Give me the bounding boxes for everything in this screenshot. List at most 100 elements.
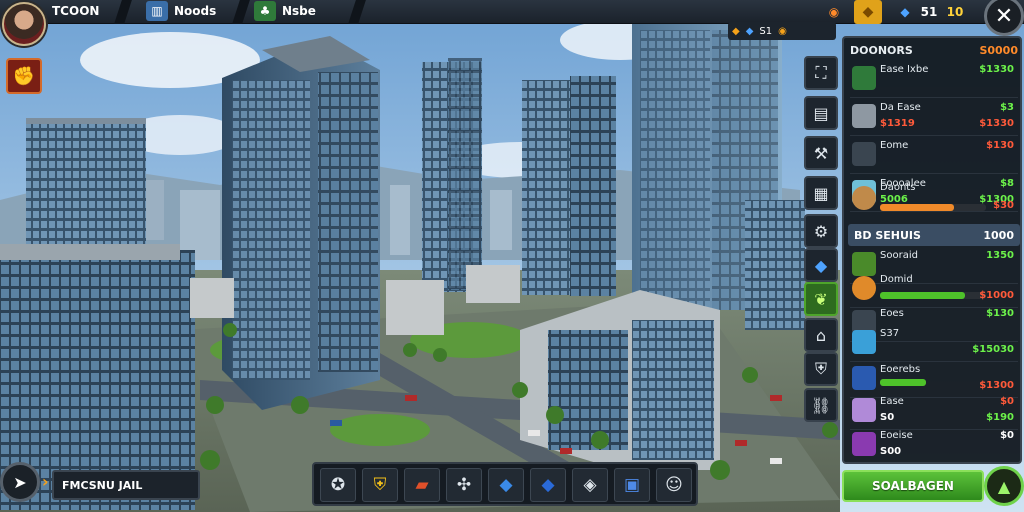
panel-title: DOONORS [850, 43, 913, 57]
dock-emblem-button[interactable]: ✪ [320, 468, 356, 502]
list-item[interactable]: Daonts $30 [850, 182, 1018, 222]
panel-header: DOONORS S0000 [850, 40, 1018, 60]
close-icon: ✕ [994, 3, 1014, 29]
nature-button[interactable]: ❦ [804, 282, 838, 316]
cube-button[interactable]: ◆ [804, 248, 838, 282]
tree-icon: ♣ [254, 1, 276, 21]
gear-icon [852, 142, 876, 166]
resource-chip: ◆ ◆ S1 ◉ [728, 22, 836, 40]
item-value: $1330 [979, 64, 1014, 75]
item-name: Domid [880, 274, 913, 285]
item-cost: $1000 [979, 290, 1014, 301]
divider [114, 0, 132, 24]
dock-crate-button[interactable]: ▣ [614, 468, 650, 502]
item-name: Eoes [880, 308, 904, 319]
progress-bar [880, 204, 986, 211]
dock-puzzle-button[interactable]: ✣ [446, 468, 482, 502]
action-dock: ✪ ⛨ ▰ ✣ ◆ ◆ ◈ ▣ ☺ [312, 462, 698, 506]
top-bar: TCOON ▥ Noods ♣ Nsbe ◉ ◆ ◆ 51 10 [0, 0, 1024, 24]
item-sub: S00 [880, 446, 902, 457]
book-icon: ▰ [415, 475, 429, 495]
document-icon: ▤ [813, 103, 829, 123]
document-button[interactable]: ▤ [804, 96, 838, 130]
build-button[interactable]: ⚒ [804, 136, 838, 170]
divider [348, 0, 366, 24]
section-title: BD SEHUIS [854, 228, 921, 242]
list-item[interactable]: Eoerebs $1300 [850, 362, 1018, 398]
robot-icon [852, 104, 876, 128]
item-value: $130 [986, 308, 1014, 319]
cube-icon: ◆ [499, 475, 513, 495]
list-item[interactable]: Ease Ixbe $1330 [850, 62, 1018, 98]
player-name: TCOON [52, 0, 99, 22]
stat-population[interactable]: ▥ Noods [146, 0, 216, 22]
dock-cube-button[interactable]: ◆ [488, 468, 524, 502]
hammer-icon: ⚒ [813, 143, 829, 163]
stat-nature[interactable]: ♣ Nsbe [254, 0, 316, 22]
resource-chip-value: S1 [759, 25, 773, 37]
settings-button[interactable]: ⚙ [804, 214, 838, 248]
cube-icon: ◆ [814, 255, 828, 275]
list-item[interactable]: S37 $15030 [850, 326, 1018, 362]
cash-icon [852, 66, 876, 90]
housing-button[interactable]: ⌂ [804, 318, 838, 352]
item-name: Eome [880, 140, 909, 151]
section-header: BD SEHUIS 1000 [848, 224, 1020, 246]
coin-icon [852, 276, 876, 300]
cube-icon: ◆ [541, 475, 555, 495]
coin-icon: ◉ [778, 25, 787, 37]
list-item[interactable]: Eoeise S00 $0 [850, 428, 1018, 464]
dock-tag-button[interactable]: ◈ [572, 468, 608, 502]
tag-icon: ◈ [583, 475, 597, 495]
factory-button[interactable]: ▦ [804, 176, 838, 210]
fist-icon: ✊ [12, 65, 36, 87]
stat-population-label: Noods [174, 4, 217, 18]
list-item[interactable]: Da Ease $3 $1319 $1330 [850, 100, 1018, 136]
token-icon: ◆ [732, 25, 740, 37]
dock-cube-button-2[interactable]: ◆ [530, 468, 566, 502]
item-name: Eoeise [880, 430, 913, 441]
item-name: Da Ease [880, 102, 921, 113]
leaf-icon: ❦ [814, 289, 828, 309]
avatar[interactable] [2, 2, 46, 46]
dock-shield-button[interactable]: ⛨ [362, 468, 398, 502]
chevron-right-icon: › [42, 472, 49, 491]
item-value: $130 [986, 140, 1014, 151]
shield-icon: ⛨ [814, 359, 827, 378]
item-name: Eoerebs [880, 364, 921, 375]
stat-nature-label: Nsbe [282, 4, 316, 18]
menu-button[interactable]: ➤ [0, 462, 40, 502]
item-cost: $30 [993, 200, 1014, 211]
coin-icon[interactable]: ◉ [824, 0, 844, 24]
gem-icon: ◆ [745, 25, 754, 37]
divider [232, 0, 250, 24]
resource-b: 10 [946, 5, 964, 19]
item-name: Sooraid [880, 250, 918, 261]
list-item[interactable]: Domid $1000 [850, 272, 1018, 308]
gold-shop-button[interactable]: ◆ [854, 0, 882, 24]
dock-book-button[interactable]: ▰ [404, 468, 440, 502]
quest-button[interactable]: ✊ [6, 58, 42, 94]
building-icon: ▥ [146, 1, 168, 21]
upgrade-button[interactable]: ▲ [984, 466, 1024, 506]
item-name: Ease Ixbe [880, 64, 929, 75]
item-value: $0 [1000, 396, 1014, 407]
list-item[interactable]: Ease S0 $0 $190 [850, 394, 1018, 430]
link-button[interactable]: ⛓ [804, 388, 838, 422]
list-item[interactable]: Eome $130 [850, 138, 1018, 174]
shield-icon: ⛨ [373, 475, 387, 495]
progress-bar [880, 379, 926, 386]
map-icon: ⛶ [815, 63, 827, 82]
player-name-label: TCOON [52, 4, 100, 18]
item-cost: $1330 [979, 118, 1014, 129]
defense-button[interactable]: ⛨ [804, 352, 838, 386]
primary-action-button[interactable]: SOALBAGEN [842, 470, 984, 502]
gem-icon[interactable]: ◆ [894, 0, 916, 24]
economy-panel: DOONORS S0000 Ease Ixbe $1330 Da Ease $3… [842, 36, 1022, 464]
resource-a: 51 [920, 5, 938, 19]
map-button[interactable]: ⛶ [804, 56, 838, 90]
player-bar[interactable]: FMCSNU JAIL [52, 470, 200, 500]
item-cost: $190 [986, 412, 1014, 423]
dock-smile-button[interactable]: ☺ [656, 468, 692, 502]
panel-total: S0000 [979, 43, 1018, 57]
